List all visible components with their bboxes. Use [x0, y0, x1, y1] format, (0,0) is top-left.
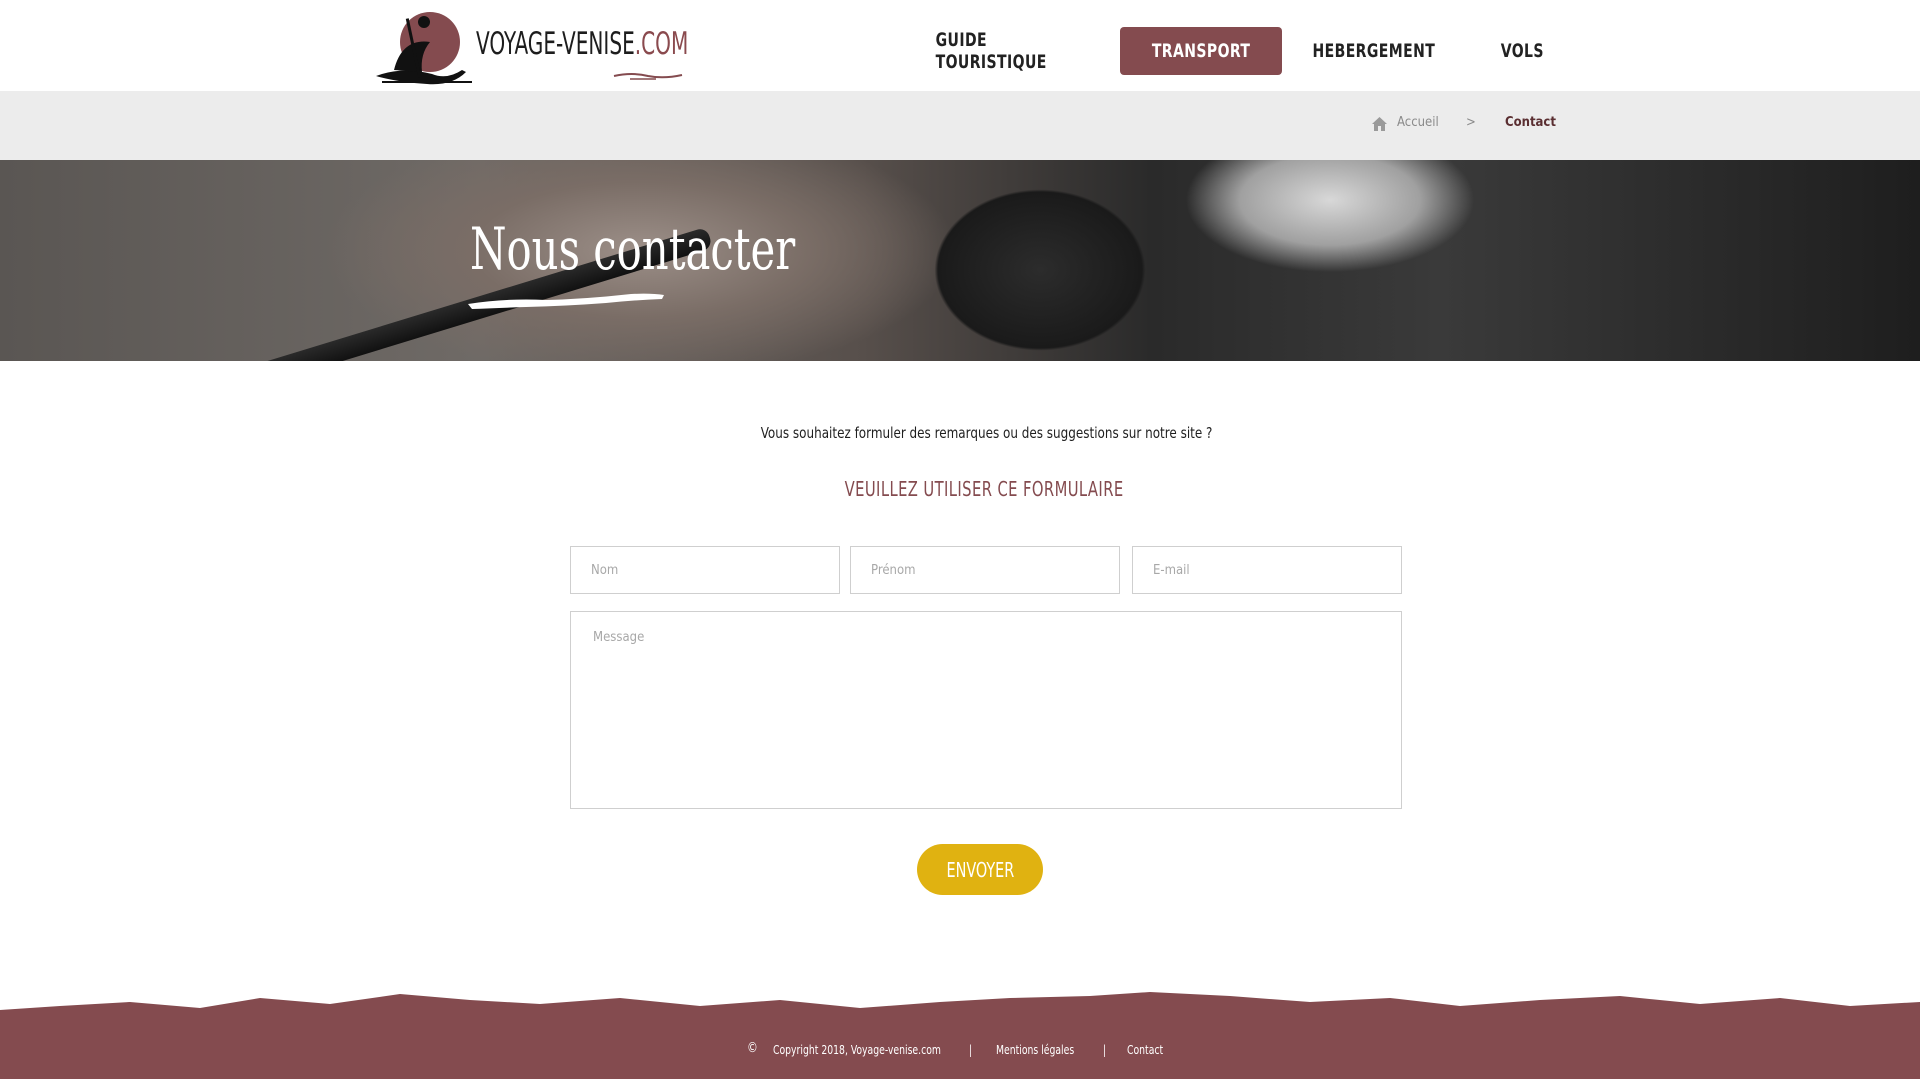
- breadcrumb-separator: >: [1466, 115, 1476, 130]
- breadcrumb-current: Contact: [1505, 115, 1556, 130]
- footer-copyright: Copyright 2018, Voyage-venise.com: [773, 1043, 941, 1057]
- nav-guide-touristique[interactable]: GUIDE TOURISTIQUE: [918, 27, 1114, 75]
- logo-text-main: VOYAGE-VENISE: [476, 26, 635, 62]
- nom-field[interactable]: [570, 546, 840, 594]
- message-field[interactable]: [570, 611, 1402, 809]
- breadcrumb: Accueil > Contact: [0, 91, 1920, 160]
- breadcrumb-home-link[interactable]: Accueil: [1397, 115, 1439, 130]
- home-icon[interactable]: [1371, 116, 1388, 132]
- footer-contact-link[interactable]: Contact: [1127, 1043, 1163, 1057]
- form-subheading: VEUILLEZ UTILISER CE FORMULAIRE: [844, 477, 1124, 501]
- nav-hebergement[interactable]: HEBERGEMENT: [1292, 27, 1456, 75]
- hero-banner: Nous contacter: [0, 160, 1920, 361]
- send-button[interactable]: ENVOYER: [917, 844, 1043, 895]
- intro-question: Vous souhaitez formuler des remarques ou…: [761, 424, 1213, 442]
- brush-underline-icon: [468, 293, 664, 309]
- nav-transport[interactable]: TRANSPORT: [1120, 27, 1282, 75]
- prenom-field[interactable]: [850, 546, 1120, 594]
- footer-separator: |: [969, 1043, 973, 1057]
- logo-wordmark[interactable]: VOYAGE-VENISE.COM: [476, 26, 688, 62]
- nav-vols[interactable]: VOLS: [1490, 27, 1554, 75]
- page-title: Nous contacter: [470, 215, 796, 283]
- footer-separator: |: [1103, 1043, 1107, 1057]
- footer-legal-link[interactable]: Mentions légales: [996, 1043, 1074, 1057]
- logo-swash-icon: [613, 73, 683, 80]
- logo-text-accent: .COM: [634, 26, 689, 62]
- copyright-icon: ©: [747, 1040, 758, 1056]
- email-field[interactable]: [1132, 546, 1402, 594]
- site-header: VOYAGE-VENISE.COM GUIDE TOURISTIQUE TRAN…: [0, 0, 1920, 91]
- site-footer: © Copyright 2018, Voyage-venise.com | Me…: [0, 1018, 1920, 1079]
